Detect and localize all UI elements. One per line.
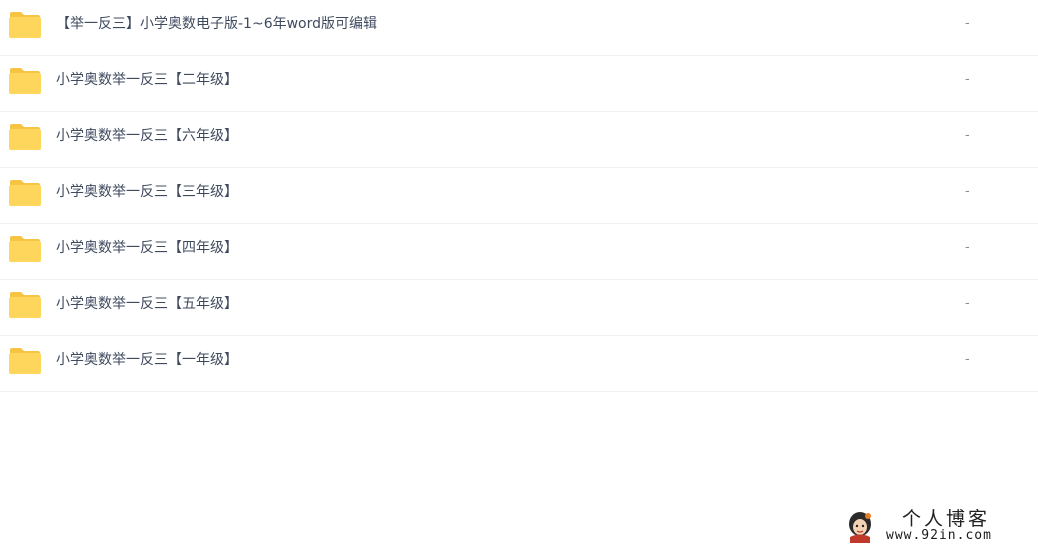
- file-size: -: [965, 72, 970, 87]
- folder-icon: [9, 292, 41, 318]
- file-size: -: [965, 352, 970, 367]
- file-name[interactable]: 小学奥数举一反三【六年级】: [56, 127, 238, 145]
- watermark-url: www.92in.com: [886, 528, 992, 543]
- folder-icon: [9, 68, 41, 94]
- list-item[interactable]: 小学奥数举一反三【五年级】 -: [0, 280, 1038, 336]
- file-size: -: [965, 128, 970, 143]
- list-item[interactable]: 小学奥数举一反三【四年级】 -: [0, 224, 1038, 280]
- folder-icon: [9, 12, 41, 38]
- file-name[interactable]: 小学奥数举一反三【五年级】: [56, 295, 238, 313]
- folder-icon: [9, 236, 41, 262]
- file-name[interactable]: 小学奥数举一反三【三年级】: [56, 183, 238, 201]
- watermark: 个人博客 www.92in.com: [842, 505, 1038, 548]
- folder-icon: [9, 180, 41, 206]
- list-item[interactable]: 小学奥数举一反三【六年级】 -: [0, 112, 1038, 168]
- file-name[interactable]: 小学奥数举一反三【一年级】: [56, 351, 238, 369]
- avatar: [849, 512, 871, 543]
- file-name[interactable]: 【举一反三】小学奥数电子版-1~6年word版可编辑: [56, 15, 377, 33]
- list-item[interactable]: 【举一反三】小学奥数电子版-1~6年word版可编辑 -: [0, 0, 1038, 56]
- file-size: -: [965, 184, 970, 199]
- file-size: -: [965, 296, 970, 311]
- file-name[interactable]: 小学奥数举一反三【四年级】: [56, 239, 238, 257]
- file-size: -: [965, 16, 970, 31]
- folder-icon: [9, 124, 41, 150]
- file-name[interactable]: 小学奥数举一反三【二年级】: [56, 71, 238, 89]
- watermark-title: 个人博客: [902, 508, 991, 530]
- file-list: 【举一反三】小学奥数电子版-1~6年word版可编辑 - 小学奥数举一反三【二年…: [0, 0, 1038, 392]
- file-size: -: [965, 240, 970, 255]
- folder-icon: [9, 348, 41, 374]
- list-item[interactable]: 小学奥数举一反三【一年级】 -: [0, 336, 1038, 392]
- list-item[interactable]: 小学奥数举一反三【三年级】 -: [0, 168, 1038, 224]
- list-item[interactable]: 小学奥数举一反三【二年级】 -: [0, 56, 1038, 112]
